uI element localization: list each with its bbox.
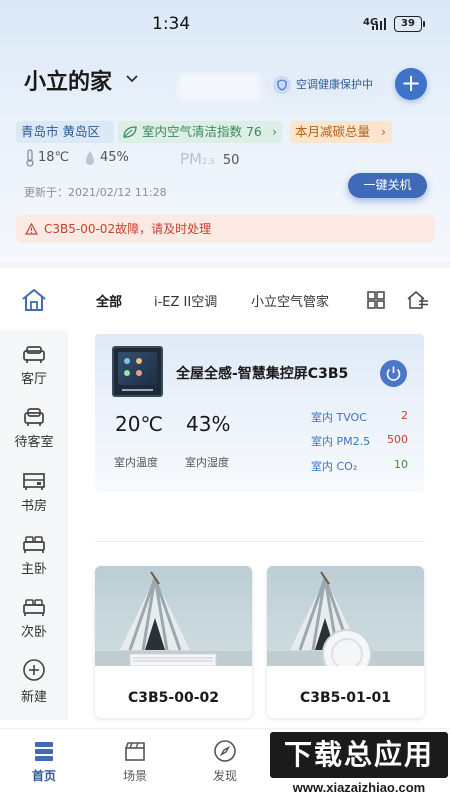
sidebar-item-label: 待客室 [14,435,54,450]
outdoor-humidity: 45% [100,150,129,165]
nav-scenes[interactable]: 场景 [105,739,165,784]
sidebar-item-label: 次卧 [20,625,47,640]
health-protection-badge[interactable]: 空调健康保护中 [266,73,386,97]
warning-icon [25,223,38,235]
indoor-temperature-label: 室内温度 [114,456,158,469]
nav-home[interactable]: 首页 [14,739,74,784]
add-button[interactable]: + [395,68,427,100]
chevron-down-icon[interactable] [124,70,140,86]
device-name: 全屋全感-智慧集控屏C3B5 [176,366,349,382]
sidebar-item-label: 书房 [20,499,47,514]
metric-value: 2 [401,409,408,422]
pm-label: PM [180,150,202,168]
sofa-icon [23,346,45,363]
sidebar-item-label: 主卧 [20,562,47,577]
fault-alert[interactable]: C3B5-00-02故障，请及时处理 [16,215,435,243]
shield-icon [273,76,291,94]
carbon-text: 本月减碳总量 [295,124,371,139]
sidebar-item-second-bedroom[interactable]: 次卧 [0,597,68,640]
one-click-off-button[interactable]: 一键关机 [348,173,427,198]
product-card[interactable]: C3B5-01-01 [267,566,424,718]
indoor-humidity: 43% [186,412,231,436]
bed-icon [23,536,45,553]
battery-icon: 39 [394,16,425,32]
clapperboard-icon [125,742,145,761]
watermark-title: 下载总应用 [270,732,448,778]
home-list-icon[interactable] [406,290,430,310]
nav-label: 首页 [31,769,56,783]
metric-label: 室内 CO₂ [311,460,358,473]
product-image [267,566,424,679]
product-card[interactable]: C3B5-00-02 [95,566,252,718]
tent-image [95,571,252,667]
outdoor-temperature: 18℃ [38,150,70,165]
tent-image [267,571,424,679]
sidebar-item-guest-room[interactable]: 待客室 [0,407,68,450]
room-sidebar: 客厅 待客室 书房 主卧 次卧 新建 [0,268,68,720]
pm-sub: 2.5 [202,157,215,166]
blurred-region [178,74,260,100]
updated-time: 更新于：2021/02/12 11:28 [24,186,167,199]
sidebar-item-label: 新建 [20,690,47,705]
tab-iez-aircon[interactable]: i-EZ II空调 [154,291,217,310]
metric-label: 室内 PM2.5 [311,435,371,448]
cabinet-icon [23,473,45,490]
watermark-url: www.xiazaizhiao.com [292,780,426,795]
health-status-text: 空调健康保护中 [296,78,373,91]
thermometer-icon [26,149,34,167]
humidity-icon [86,151,94,165]
chevron-right-icon: › [381,124,386,139]
nav-label: 场景 [122,769,147,783]
product-image [95,566,252,667]
compass-icon [214,740,236,762]
status-bar: 1:34 4G 39 [0,14,450,38]
content-divider [95,541,425,542]
home-name[interactable]: 小立的家 [24,64,112,96]
device-tabs: 全部 i-EZ II空调 小立空气管家 [68,268,450,330]
tab-air-manager[interactable]: 小立空气管家 [251,291,329,310]
product-name: C3B5-01-01 [299,690,391,706]
indoor-humidity-label: 室内湿度 [185,456,229,469]
device-card[interactable]: 全屋全感-智慧集控屏C3B5 20℃ 43% 室内温度 室内湿度 室内 TVOC… [95,334,424,492]
power-icon [386,366,401,381]
carbon-chip[interactable]: 本月减碳总量 › [290,121,392,143]
sidebar-item-label: 客厅 [20,372,47,387]
armchair-icon [24,408,44,426]
grid-view-icon[interactable] [366,290,386,310]
sidebar-item-master-bedroom[interactable]: 主卧 [0,534,68,577]
metric-value: 10 [394,458,408,471]
outdoor-pm25: PM2.5 50 [180,150,239,168]
status-time: 1:34 [152,14,191,34]
signal-icon [372,18,386,30]
air-index-chip[interactable]: 室内空气清洁指数 76 › [118,121,282,143]
product-name: C3B5-00-02 [127,690,219,706]
nav-label: 发现 [212,769,237,783]
site-watermark: 下载总应用 www.xiazaizhiao.com [270,732,448,798]
control-panel-image [112,346,163,397]
power-button[interactable] [380,360,407,387]
pm-value: 50 [222,153,240,168]
sidebar-item-home[interactable] [0,268,68,330]
plus-circle-icon [23,659,45,681]
metric-value: 500 [387,433,408,446]
sidebar-item-living-room[interactable]: 客厅 [0,344,68,387]
nav-discover[interactable]: 发现 [195,739,255,784]
bed-icon [23,599,45,616]
alert-text: C3B5-00-02故障，请及时处理 [44,222,212,236]
air-index-text: 室内空气清洁指数 76 [142,124,262,139]
home-icon [22,288,46,311]
chevron-right-icon: › [272,124,277,139]
home-stack-icon [35,742,53,761]
sidebar-item-new-room[interactable]: 新建 [0,658,68,705]
metric-label: 室内 TVOC [311,411,367,424]
location-chip[interactable]: 青岛市 黄岛区 [16,121,114,143]
tab-all[interactable]: 全部 [96,291,122,310]
sidebar-item-study[interactable]: 书房 [0,471,68,514]
leaf-icon [123,126,137,138]
indoor-temperature: 20℃ [115,412,163,436]
